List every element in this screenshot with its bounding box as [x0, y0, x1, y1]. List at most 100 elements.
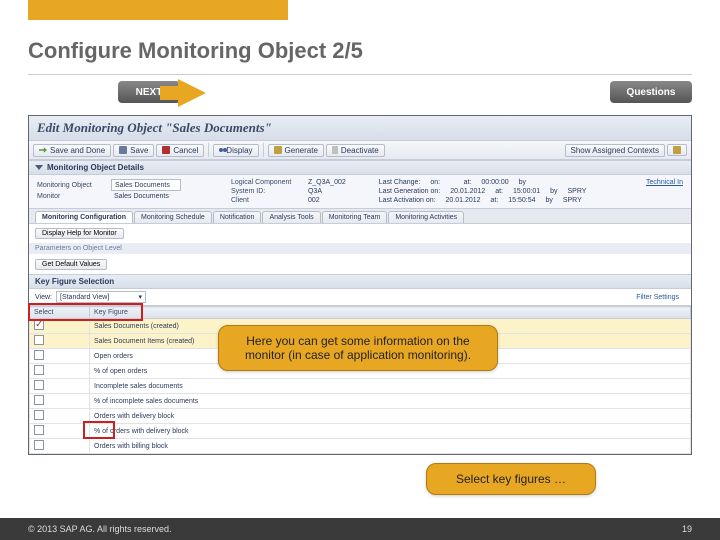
select-cell: [30, 394, 90, 409]
nav-row: NEXT Questions: [28, 79, 692, 113]
label: System ID:: [231, 188, 301, 195]
highlight-help-button: [28, 303, 143, 321]
show-assigned-button[interactable]: Show Assigned Contexts: [565, 144, 666, 157]
mon-obj-field[interactable]: Sales Documents: [111, 179, 181, 191]
select-cell: [30, 439, 90, 454]
btn-label: Save: [130, 146, 148, 155]
btn-label: Save and Done: [50, 146, 105, 155]
tab-monitoring-configuration[interactable]: Monitoring Configuration: [35, 211, 133, 223]
deactivate-button[interactable]: Deactivate: [326, 144, 385, 157]
label: Monitor: [37, 193, 107, 200]
select-cell: [30, 424, 90, 439]
label: at:: [491, 197, 499, 204]
checkbox[interactable]: [34, 425, 44, 435]
label: at:: [464, 179, 472, 186]
val: 20.01.2012: [446, 197, 481, 204]
display-button[interactable]: Display: [213, 144, 258, 157]
slide-title: Configure Monitoring Object 2/5: [28, 38, 720, 64]
label: Client: [231, 197, 301, 204]
table-row: % of incomplete sales documents: [30, 394, 691, 409]
select-cell: [30, 379, 90, 394]
checkbox[interactable]: [34, 320, 44, 330]
cancel-button[interactable]: Cancel: [156, 144, 204, 157]
select-cell: [30, 409, 90, 424]
label: Monitoring Object: [37, 182, 107, 189]
tab-strip: Monitoring Configuration Monitoring Sche…: [29, 208, 691, 223]
separator: [263, 143, 264, 157]
label: Last Generation on:: [379, 188, 441, 195]
settings-button[interactable]: [667, 144, 687, 156]
chevron-down-icon: ▾: [138, 293, 142, 301]
save-and-done-button[interactable]: Save and Done: [33, 144, 111, 157]
key-figure-cell: % of incomplete sales documents: [90, 394, 691, 409]
checkbox[interactable]: [34, 440, 44, 450]
questions-button[interactable]: Questions: [610, 81, 692, 103]
doc-icon: [274, 146, 282, 154]
window-title: Edit Monitoring Object "Sales Documents": [29, 116, 691, 140]
checkbox[interactable]: [34, 395, 44, 405]
callout-select-kf: Select key figures …: [426, 463, 596, 495]
col-key-figure: Key Figure: [90, 307, 691, 319]
label: at:: [495, 188, 503, 195]
technical-info-link[interactable]: Technical In: [646, 179, 683, 186]
chevron-down-icon: [35, 165, 43, 170]
val: SPRY: [568, 188, 587, 195]
val: 20.01.2012: [450, 188, 485, 195]
val: SPRY: [563, 197, 582, 204]
save-button[interactable]: Save: [113, 144, 154, 157]
btn-label: Generate: [285, 146, 318, 155]
table-row: Orders with billing block: [30, 439, 691, 454]
val: 15:00:01: [513, 188, 540, 195]
monitor-value: Sales Documents: [111, 193, 172, 200]
label: by: [519, 179, 526, 186]
highlight-select-checkbox: [83, 421, 115, 439]
btn-label: Display: [226, 146, 252, 155]
key-figure-cell: Orders with billing block: [90, 439, 691, 454]
params-header: Parameters on Object Level: [29, 243, 691, 254]
val: 002: [305, 197, 323, 204]
checkbox[interactable]: [34, 365, 44, 375]
display-help-button[interactable]: Display Help for Monitor: [35, 228, 124, 239]
arrow-head-icon: [178, 79, 206, 107]
footer: © 2013 SAP AG. All rights reserved. 19: [0, 518, 720, 540]
checkbox[interactable]: [34, 350, 44, 360]
toolbar: Save and Done Save Cancel Display Genera…: [29, 140, 691, 160]
select-cell: [30, 364, 90, 379]
key-figure-header: Key Figure Selection: [29, 274, 691, 289]
val: Q3A: [305, 188, 325, 195]
checkbox[interactable]: [34, 410, 44, 420]
tab-analysis-tools[interactable]: Analysis Tools: [262, 211, 320, 223]
section-label: Monitoring Object Details: [47, 163, 144, 172]
val: 15:50:54: [508, 197, 535, 204]
val: Z_Q3A_002: [305, 179, 349, 186]
tab-monitoring-schedule[interactable]: Monitoring Schedule: [134, 211, 212, 223]
key-figure-cell: Incomplete sales documents: [90, 379, 691, 394]
filter-settings-link[interactable]: Filter Settings: [636, 294, 679, 301]
label: Last Change:: [379, 179, 421, 186]
view-select[interactable]: [Standard View]▾: [56, 291, 146, 303]
tab-monitoring-activities[interactable]: Monitoring Activities: [388, 211, 464, 223]
checkbox[interactable]: [34, 335, 44, 345]
label: by: [550, 188, 557, 195]
checkbox[interactable]: [34, 380, 44, 390]
details-body: Monitoring Object Sales Documents Monitor…: [29, 175, 691, 208]
glasses-icon: [219, 148, 223, 152]
btn-label: Show Assigned Contexts: [571, 146, 660, 155]
get-default-values-button[interactable]: Get Default Values: [35, 259, 107, 270]
arrow-icon: [39, 146, 47, 154]
copyright: © 2013 SAP AG. All rights reserved.: [28, 524, 172, 534]
page-number: 19: [682, 524, 692, 534]
select-cell: [30, 349, 90, 364]
label: by: [545, 197, 552, 204]
tab-monitoring-team[interactable]: Monitoring Team: [322, 211, 388, 223]
label: Logical Component: [231, 179, 301, 186]
tab-notification[interactable]: Notification: [213, 211, 262, 223]
table-row: % of orders with delivery block: [30, 424, 691, 439]
key-figure-cell: % of orders with delivery block: [90, 424, 691, 439]
val: 00:00:00: [481, 179, 508, 186]
flag-icon: [332, 146, 338, 154]
save-icon: [119, 146, 127, 154]
generate-button[interactable]: Generate: [268, 144, 324, 157]
details-header[interactable]: Monitoring Object Details: [29, 160, 691, 175]
label: Last Activation on:: [379, 197, 436, 204]
